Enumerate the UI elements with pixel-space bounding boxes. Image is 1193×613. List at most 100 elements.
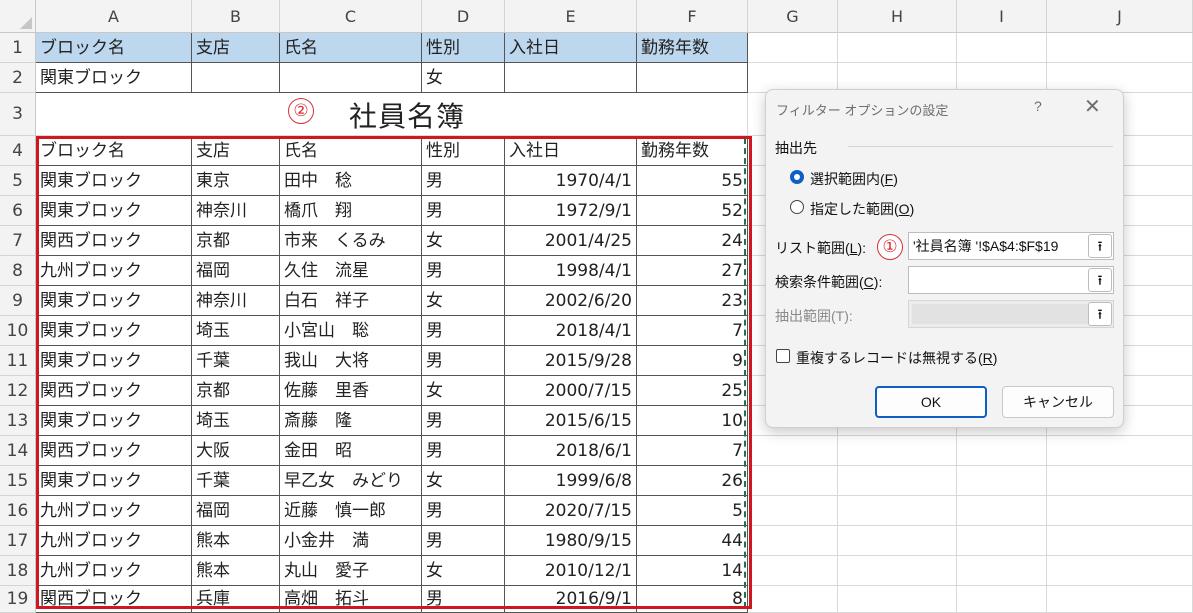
criteria-value-cell[interactable]: 関東ブロック [36,63,192,93]
radio-copy-to-location[interactable] [790,200,804,214]
criteria-value-cell[interactable] [505,63,637,93]
accel-key: F [884,171,894,187]
empty-cell[interactable] [1047,33,1193,63]
empty-cell[interactable] [1047,496,1193,526]
empty-cell[interactable] [748,496,838,526]
column-header-h[interactable]: H [838,0,957,33]
empty-cell[interactable] [957,496,1047,526]
empty-cell[interactable] [838,436,957,466]
empty-cell[interactable] [1047,556,1193,586]
extract-range-collapse-button: ⭱ [1088,302,1112,326]
select-all-corner[interactable] [0,0,36,33]
criteria-value-cell[interactable] [192,63,280,93]
criteria-header-cell[interactable]: 氏名 [280,33,422,63]
label-tail: ) [893,171,898,187]
radio-filter-in-place-label[interactable]: 選択範囲内(F) [810,169,898,189]
column-header-j[interactable]: J [1047,0,1193,33]
column-header-g[interactable]: G [748,0,838,33]
empty-cell[interactable] [748,556,838,586]
list-range-input[interactable]: '社員名簿 '!$A$4:$F$19 [908,232,1114,260]
empty-cell[interactable] [1047,526,1193,556]
column-header-c[interactable]: C [280,0,422,33]
row-header-15[interactable]: 15 [0,466,36,496]
label-tail: ): [873,274,883,290]
radio-filter-in-place[interactable] [790,170,804,184]
criteria-range-collapse-button[interactable]: ⭱ [1088,268,1112,292]
criteria-value-cell[interactable]: 女 [422,63,505,93]
empty-cell[interactable] [748,466,838,496]
row-header-14[interactable]: 14 [0,436,36,466]
empty-cell[interactable] [748,586,838,613]
sheet-title[interactable]: 社員名簿 [349,95,465,135]
label-text: 検索条件範囲( [775,274,864,290]
empty-cell[interactable] [838,33,957,63]
criteria-header-cell[interactable]: 入社日 [505,33,637,63]
empty-cell[interactable] [957,586,1047,613]
criteria-range-input[interactable] [908,266,1114,294]
advanced-filter-dialog[interactable]: フィルター オプションの設定 ? ✕ 抽出先 選択範囲内(F) 指定した範囲(O… [765,89,1124,428]
row-header-3[interactable]: 3 [0,93,36,136]
row-header-2[interactable]: 2 [0,63,36,93]
close-icon[interactable]: ✕ [1084,94,1101,119]
empty-cell[interactable] [748,436,838,466]
row-header-19[interactable]: 19 [0,586,36,613]
row-header-13[interactable]: 13 [0,406,36,436]
row-header-11[interactable]: 11 [0,346,36,376]
ok-button[interactable]: OK [875,386,987,418]
column-header-f[interactable]: F [637,0,748,33]
select-all-triangle-icon [20,17,32,29]
row-header-5[interactable]: 5 [0,166,36,196]
criteria-header-cell[interactable]: 勤務年数 [637,33,748,63]
row-header-7[interactable]: 7 [0,226,36,256]
row-header-9[interactable]: 9 [0,286,36,316]
empty-cell[interactable] [838,496,957,526]
row-header-4[interactable]: 4 [0,136,36,166]
empty-cell[interactable] [838,526,957,556]
empty-cell[interactable] [838,586,957,613]
criteria-value-cell[interactable] [637,63,748,93]
empty-cell[interactable] [748,33,838,63]
empty-cell[interactable] [1047,436,1193,466]
column-header-d[interactable]: D [422,0,505,33]
label-tail: ): [857,240,867,256]
column-header-b[interactable]: B [192,0,280,33]
row-header-1[interactable]: 1 [0,33,36,63]
empty-cell[interactable] [957,436,1047,466]
list-range-label: リスト範囲(L): [775,238,866,258]
empty-cell[interactable] [957,33,1047,63]
criteria-header-cell[interactable]: 性別 [422,33,505,63]
row-header-16[interactable]: 16 [0,496,36,526]
unique-records-label[interactable]: 重複するレコードは無視する(R) [796,348,997,368]
empty-cell[interactable] [748,526,838,556]
help-icon[interactable]: ? [1034,98,1042,114]
accel-key: R [982,350,993,366]
empty-cell[interactable] [838,556,957,586]
empty-cell[interactable] [957,526,1047,556]
label-text: 指定した範囲( [810,201,899,217]
section-divider [848,146,1113,147]
criteria-header-cell[interactable]: 支店 [192,33,280,63]
empty-cell[interactable] [957,466,1047,496]
unique-records-checkbox[interactable] [776,349,790,363]
annotation-badge-2: ② [288,98,314,124]
row-header-17[interactable]: 17 [0,526,36,556]
list-range-collapse-button[interactable]: ⭱ [1088,234,1112,258]
row-header-10[interactable]: 10 [0,316,36,346]
criteria-value-cell[interactable] [280,63,422,93]
cancel-button[interactable]: キャンセル [1002,386,1114,418]
empty-cell[interactable] [1047,586,1193,613]
empty-cell[interactable] [1047,466,1193,496]
column-header-i[interactable]: I [957,0,1047,33]
row-header-12[interactable]: 12 [0,376,36,406]
radio-copy-to-location-label[interactable]: 指定した範囲(O) [810,199,914,219]
row-header-8[interactable]: 8 [0,256,36,286]
column-header-e[interactable]: E [505,0,637,33]
accel-key: O [898,201,910,217]
row-header-18[interactable]: 18 [0,556,36,586]
column-header-a[interactable]: A [36,0,192,33]
criteria-header-cell[interactable]: ブロック名 [36,33,192,63]
row-header-6[interactable]: 6 [0,196,36,226]
empty-cell[interactable] [838,466,957,496]
selected-range-highlight [36,136,752,609]
empty-cell[interactable] [957,556,1047,586]
